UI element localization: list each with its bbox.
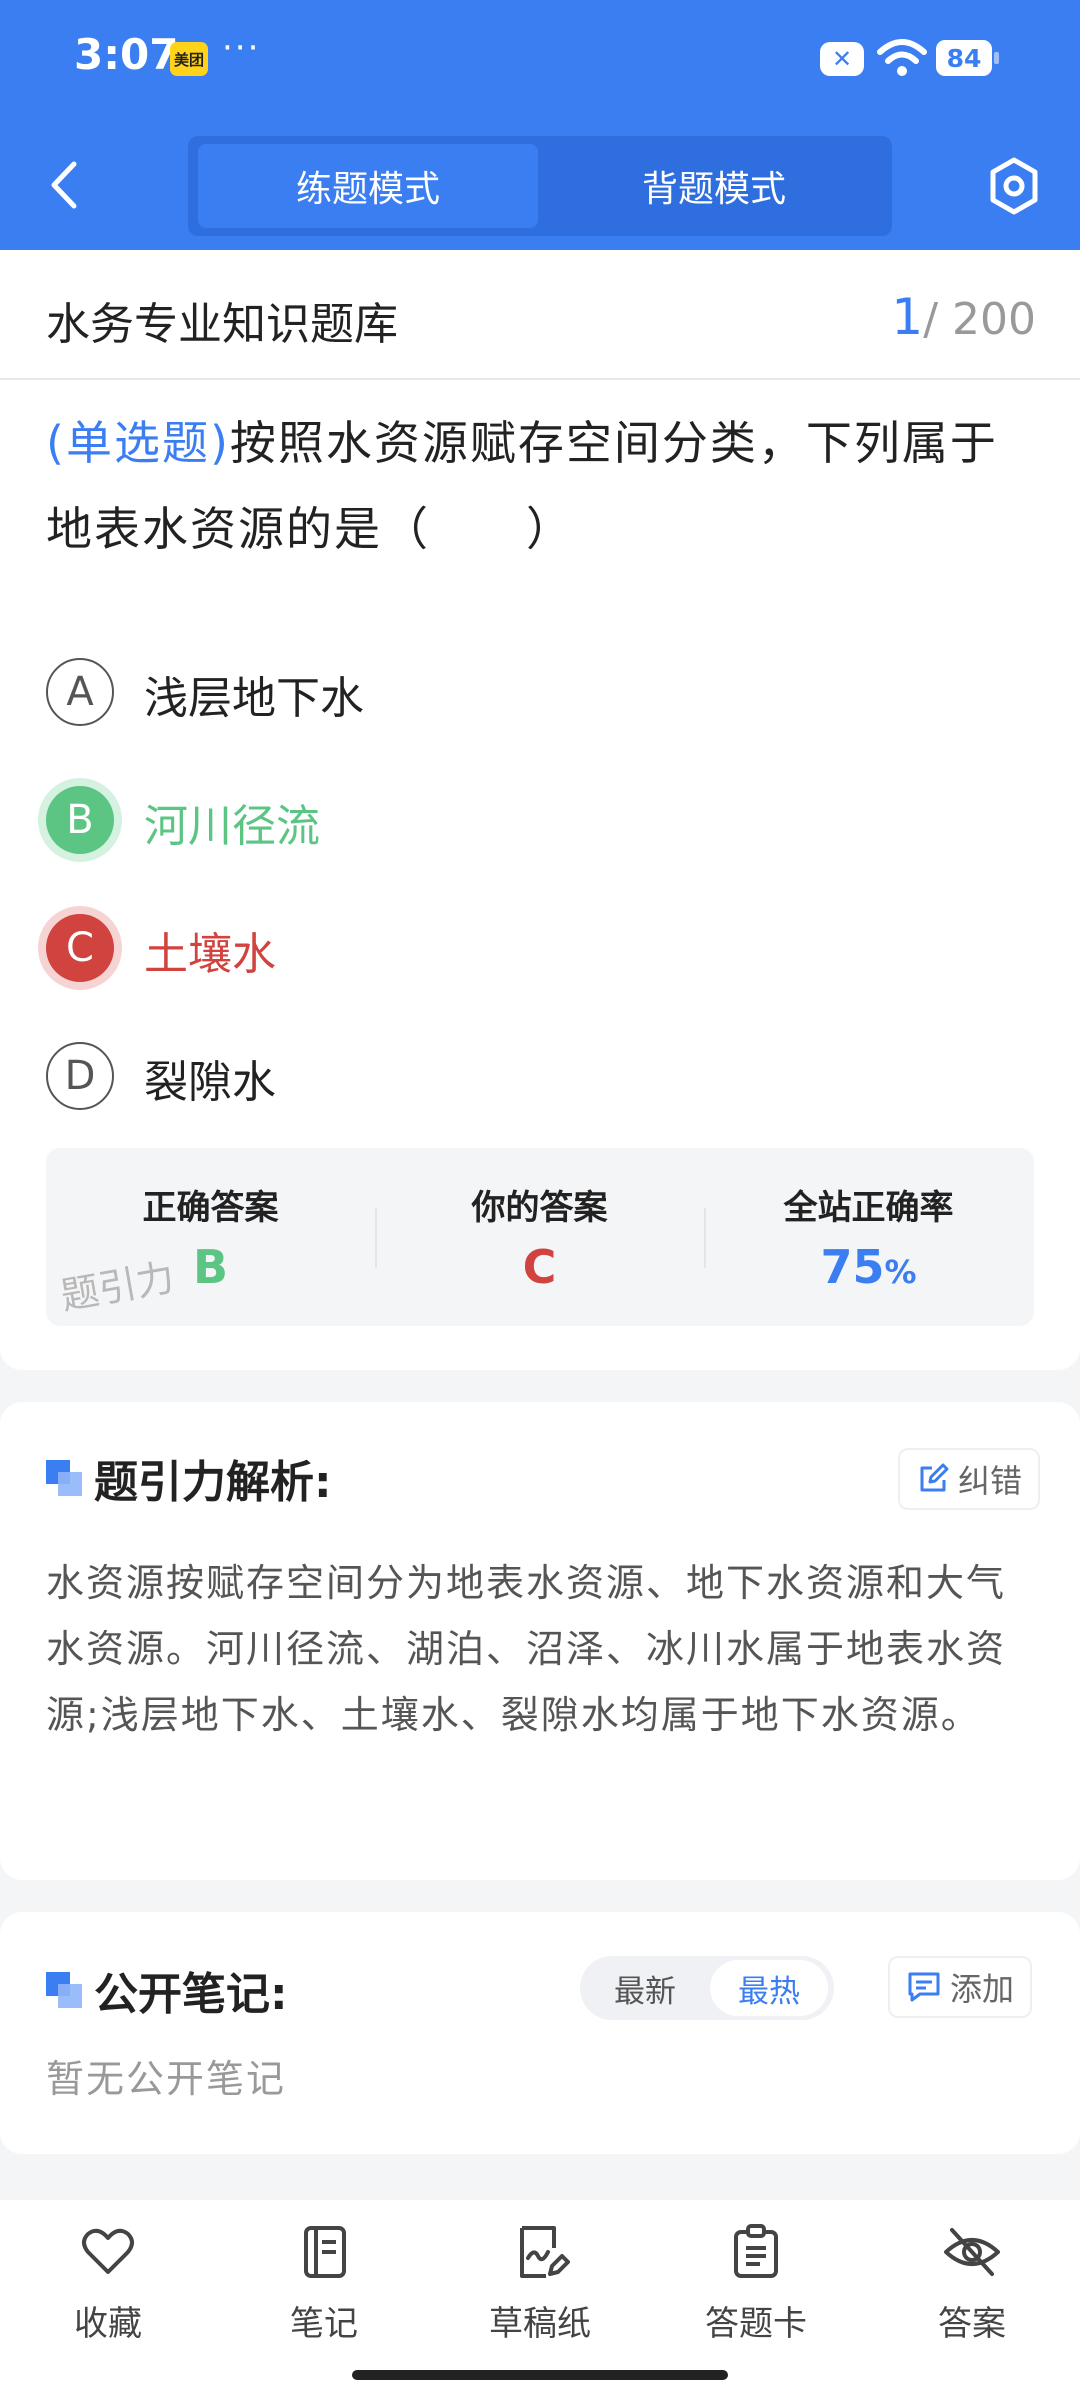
notes-button[interactable]: 笔记 xyxy=(244,2222,404,2372)
meituan-app-icon: 美团 xyxy=(170,42,208,76)
report-error-label: 纠错 xyxy=(958,1462,1023,1500)
question-bank-title: 水务专业知识题库 xyxy=(46,299,398,350)
question-counter: 1/ 200 xyxy=(891,288,1036,346)
notebook-icon xyxy=(304,2226,346,2278)
option-text: 浅层地下水 xyxy=(144,673,364,724)
add-note-button[interactable]: 添加 xyxy=(888,1956,1033,2018)
tab-practice-mode[interactable]: 练题模式 xyxy=(198,144,538,228)
accuracy-label: 全站正确率 xyxy=(783,1188,954,1228)
public-notes-card: 公开笔记: 最新 最热 添加 暂无公开笔记 xyxy=(0,1912,1080,2154)
add-note-label: 添加 xyxy=(950,1970,1015,2008)
sort-newest[interactable]: 最新 xyxy=(586,1960,704,2016)
option-letter: D xyxy=(46,1042,114,1110)
favorite-label: 收藏 xyxy=(74,2304,142,2344)
sort-hottest[interactable]: 最热 xyxy=(710,1960,828,2016)
accuracy-number: 75 xyxy=(820,1240,885,1294)
your-answer-value: C xyxy=(522,1240,557,1294)
current-question-number: 1 xyxy=(891,288,924,346)
public-notes-title: 公开笔记: xyxy=(94,1969,288,2020)
edit-icon xyxy=(920,1463,949,1492)
correct-answer-block: 正确答案 B 题引力 xyxy=(46,1148,375,1326)
accuracy-value: 75% xyxy=(704,1240,1033,1294)
question-type-label: (单选题) xyxy=(46,416,230,470)
battery-cap xyxy=(994,52,999,64)
question-text: (单选题)按照水资源赋存空间分类，下列属于地表水资源的是（ ） xyxy=(46,400,1036,572)
mode-switch: 练题模式 背题模式 xyxy=(188,136,892,236)
more-notifications-icon: ··· xyxy=(222,28,261,68)
show-answer-button[interactable]: 答案 xyxy=(892,2222,1052,2372)
option-text: 土壤水 xyxy=(144,929,276,980)
correct-answer-label: 正确答案 xyxy=(142,1188,279,1228)
draft-paper-button[interactable]: 草稿纸 xyxy=(460,2222,620,2372)
draft-paper-icon xyxy=(520,2226,570,2278)
option-letter: B xyxy=(46,786,114,854)
option-c[interactable]: C 土壤水 xyxy=(46,908,946,988)
option-a[interactable]: A 浅层地下水 xyxy=(46,652,946,732)
report-error-button[interactable]: 纠错 xyxy=(898,1448,1041,1510)
battery-icon: 84 xyxy=(936,40,992,76)
notes-sort-toggle: 最新 最热 xyxy=(580,1956,834,2020)
option-b[interactable]: B 河川径流 xyxy=(46,780,946,860)
wifi-icon xyxy=(877,39,927,76)
answer-card-icon xyxy=(734,2224,778,2278)
total-questions: / 200 xyxy=(923,294,1036,345)
accuracy-unit: % xyxy=(884,1253,917,1291)
your-answer-block: 你的答案 C xyxy=(375,1148,704,1326)
section-square-icon xyxy=(46,1972,82,2008)
heart-icon xyxy=(82,2228,134,2274)
answer-card-button[interactable]: 答题卡 xyxy=(676,2222,836,2372)
analysis-card: 题引力解析: 纠错 水资源按赋存空间分为地表水资源、地下水资源和大气水资源。河川… xyxy=(0,1402,1080,1880)
option-text: 河川径流 xyxy=(144,801,320,852)
status-time: 3:07 xyxy=(74,30,179,79)
question-card: 水务专业知识题库 1/ 200 (单选题)按照水资源赋存空间分类，下列属于地表水… xyxy=(0,250,1080,1370)
analysis-text: 水资源按赋存空间分为地表水资源、地下水资源和大气水资源。河川径流、湖泊、沼泽、冰… xyxy=(46,1561,1007,1737)
settings-hexagon-icon[interactable] xyxy=(988,156,1040,216)
answer-card-label: 答题卡 xyxy=(705,2304,807,2344)
option-d[interactable]: D 裂隙水 xyxy=(46,1036,946,1116)
draft-paper-label: 草稿纸 xyxy=(489,2304,591,2344)
empty-notes-text: 暂无公开笔记 xyxy=(46,2057,287,2101)
favorite-button[interactable]: 收藏 xyxy=(28,2222,188,2372)
answer-summary: 正确答案 B 题引力 你的答案 C 全站正确率 75% xyxy=(46,1148,1034,1326)
show-answer-label: 答案 xyxy=(938,2304,1006,2344)
home-indicator[interactable] xyxy=(352,2370,728,2380)
section-square-icon xyxy=(46,1460,82,1496)
tab-memorize-mode[interactable]: 背题模式 xyxy=(544,144,884,228)
comment-icon xyxy=(908,1972,940,2002)
x-status-icon: ✕ xyxy=(820,42,864,76)
notes-label: 笔记 xyxy=(290,2304,358,2344)
option-text: 裂隙水 xyxy=(144,1057,276,1108)
your-answer-label: 你的答案 xyxy=(471,1188,608,1228)
top-bar: 3:07 美团 ··· ✕ 84 练题模式 背题模式 xyxy=(0,0,1080,250)
status-bar: 3:07 美团 ··· ✕ 84 xyxy=(0,0,1080,118)
back-arrow-icon[interactable] xyxy=(46,158,86,212)
option-letter: C xyxy=(46,914,114,982)
option-letter: A xyxy=(46,658,114,726)
accuracy-block: 全站正确率 75% xyxy=(704,1148,1033,1326)
divider xyxy=(0,378,1080,380)
eye-off-icon xyxy=(944,2228,1000,2276)
analysis-title: 题引力解析: xyxy=(94,1457,332,1508)
